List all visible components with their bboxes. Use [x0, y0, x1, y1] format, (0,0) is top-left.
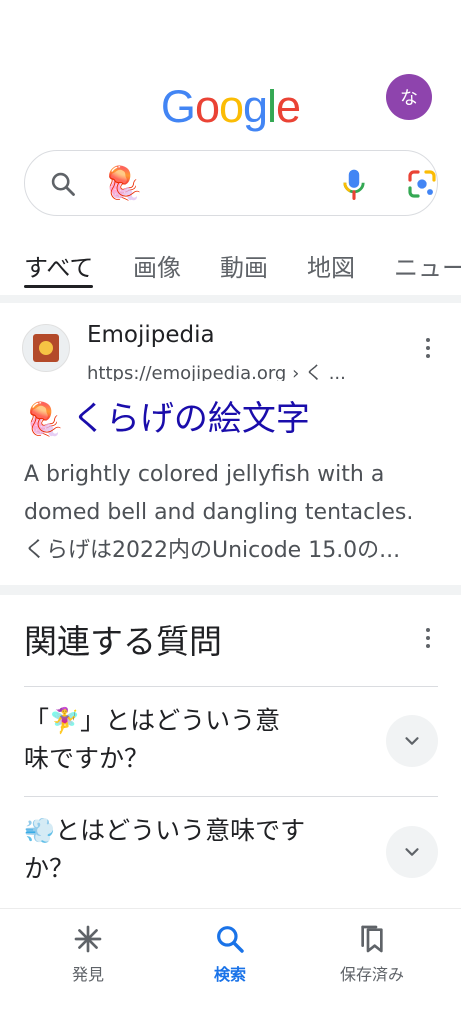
nav-discover[interactable]: 発見 [28, 923, 148, 985]
nav-label: 検索 [213, 965, 246, 984]
search-icon[interactable] [49, 170, 77, 198]
result-title-text: くらげの絵文字 [71, 399, 310, 439]
expand-chevron-icon[interactable] [386, 826, 438, 878]
discover-icon [74, 925, 102, 953]
question-line: か？ [24, 854, 75, 883]
account-avatar[interactable]: な [386, 74, 432, 120]
saved-icon [361, 925, 383, 953]
nav-saved[interactable]: 保存済み [312, 923, 432, 985]
search-box[interactable]: 🪼 [24, 150, 438, 216]
logo-letter: o [218, 81, 244, 132]
divider [24, 686, 438, 687]
section-separator [0, 585, 461, 595]
site-favicon[interactable] [22, 324, 70, 372]
logo-letter: G [160, 81, 196, 132]
jellyfish-emoji: 🪼 [24, 400, 64, 438]
bottom-navigation: 発見 検索 保存済み [0, 908, 461, 1024]
snippet-line: A brightly colored jellyfish with a [24, 462, 385, 487]
logo-letter: g [243, 81, 268, 132]
search-icon [217, 926, 244, 953]
tab-all[interactable]: すべて [24, 252, 94, 288]
tab-maps[interactable]: 地図 [307, 252, 355, 284]
emojipedia-logo-icon [33, 334, 59, 362]
lens-icon[interactable] [406, 168, 438, 200]
search-results-page: Google な 🪼 すべて 画像 動画 地図 ニュー Emojipedia h… [0, 0, 461, 1024]
nav-label: 発見 [71, 965, 104, 984]
section-separator [0, 295, 461, 303]
related-questions-title: 関連する質問 [24, 622, 222, 661]
question-line: 「🧚‍♀️」とはどういう意 [24, 706, 281, 735]
snippet-line: くらげは2022内のUnicode 15.0の... [24, 538, 401, 563]
related-question-1[interactable]: 「🧚‍♀️」とはどういう意 味ですか？ [24, 702, 374, 778]
site-url[interactable]: https://emojipedia.org › く ... [87, 359, 387, 381]
tab-images[interactable]: 画像 [133, 252, 181, 284]
expand-chevron-icon[interactable] [386, 715, 438, 767]
question-line: 💨とはどういう意味です [24, 816, 306, 845]
related-more-options-icon[interactable] [418, 624, 438, 652]
site-name[interactable]: Emojipedia [87, 322, 215, 348]
nav-label: 保存済み [339, 965, 404, 984]
snippet-line: domed bell and dangling tentacles. [24, 500, 414, 525]
related-question-2[interactable]: 💨とはどういう意味です か？ [24, 812, 374, 888]
tab-videos[interactable]: 動画 [220, 252, 268, 284]
divider [24, 796, 438, 797]
tab-news[interactable]: ニュー [394, 252, 461, 284]
result-title-link[interactable]: 🪼 くらげの絵文字 [24, 396, 310, 442]
search-query[interactable]: 🪼 [103, 163, 143, 203]
logo-letter: o [194, 81, 220, 132]
question-line: 味ですか？ [24, 744, 150, 773]
result-more-options-icon[interactable] [418, 334, 438, 362]
result-snippet: A brightly colored jellyfish with a dome… [24, 456, 444, 570]
nav-search[interactable]: 検索 [170, 923, 290, 985]
mic-icon[interactable] [338, 167, 370, 201]
avatar-initial: な [400, 88, 418, 109]
search-tabs: すべて 画像 動画 地図 ニュー [0, 252, 461, 288]
logo-letter: l [267, 81, 277, 132]
logo-letter: e [276, 81, 301, 132]
